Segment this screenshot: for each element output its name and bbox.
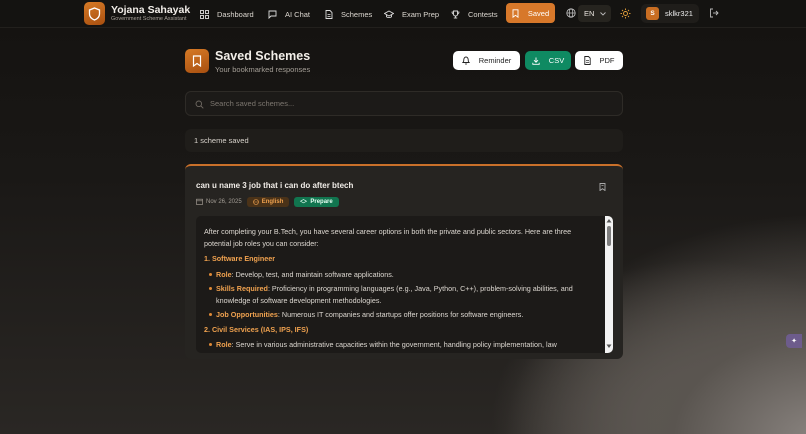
page-title: Saved Schemes <box>215 49 311 63</box>
bookmark-header-icon <box>185 49 209 73</box>
answer-scrollbar[interactable] <box>605 216 613 353</box>
app-title: Yojana Sahayak <box>111 4 191 16</box>
pdf-export-button[interactable]: PDF <box>575 51 623 70</box>
card-meta: Nov 26, 2025 English Prepare <box>196 196 339 207</box>
avatar: S <box>646 7 659 20</box>
trophy-icon <box>451 10 460 18</box>
language-select[interactable]: EN <box>578 5 611 22</box>
csv-label: CSV <box>548 56 565 65</box>
language-value: EN <box>584 9 595 18</box>
nav-label: Contests <box>468 9 498 19</box>
answer-section-heading: 1. Software Engineer <box>204 254 276 263</box>
bullet-text: : Serve in various administrative capaci… <box>216 340 557 353</box>
nav-label: Saved <box>527 8 550 18</box>
answer-intro: After completing your B.Tech, you have s… <box>204 227 572 248</box>
file-text-icon <box>583 56 591 65</box>
nav-label: AI Chat <box>285 9 311 19</box>
nav-label: Schemes <box>341 9 373 19</box>
bookmark-remove-icon[interactable] <box>599 183 606 191</box>
app-subtitle: Government Scheme Assistant <box>111 16 187 22</box>
card-question: can u name 3 job that i can do after bte… <box>196 181 354 190</box>
nav-contests[interactable]: Contests <box>451 7 498 21</box>
username: sklkr321 <box>665 9 693 18</box>
user-menu[interactable]: S sklkr321 <box>641 4 699 23</box>
answer-bullet: Role: Serve in various administrative ca… <box>204 339 599 353</box>
csv-export-button[interactable]: CSV <box>525 51 571 70</box>
reminder-label: Reminder <box>478 56 512 65</box>
saved-scheme-card: can u name 3 job that i can do after bte… <box>185 164 623 359</box>
answer-bullet: Skills Required: Proficiency in programm… <box>204 283 599 306</box>
saved-count: 1 scheme saved <box>185 129 623 152</box>
scrollbar-thumb[interactable] <box>607 226 611 246</box>
globe-icon <box>252 198 259 205</box>
top-navbar: Yojana Sahayak Government Scheme Assista… <box>0 0 806 28</box>
chevron-down-icon <box>600 11 607 16</box>
bullet-text: : Develop, test, and maintain software a… <box>231 269 394 279</box>
search-box[interactable] <box>185 91 623 116</box>
grid-icon <box>200 9 209 19</box>
search-input[interactable] <box>210 99 590 108</box>
globe-icon <box>566 8 576 18</box>
reminder-button[interactable]: Reminder <box>453 51 520 70</box>
bullet-key: Role <box>216 269 232 279</box>
bullet-text: : Proficiency in programming languages (… <box>216 284 573 305</box>
download-icon <box>532 57 540 65</box>
graduation-cap-icon <box>300 198 308 203</box>
nav-schemes[interactable]: Schemes <box>325 7 372 21</box>
scroll-down-icon[interactable] <box>606 344 612 349</box>
nav-label: Exam Prep <box>402 9 440 19</box>
bullet-text: : Numerous IT companies and startups off… <box>277 310 524 319</box>
scroll-up-icon[interactable] <box>606 218 612 223</box>
answer-section-heading: 2. Civil Services (IAS, IPS, IFS) <box>204 324 309 334</box>
card-date: Nov 26, 2025 <box>206 198 242 205</box>
answer-panel[interactable]: After completing your B.Tech, you have s… <box>196 216 613 353</box>
chat-icon <box>268 10 277 19</box>
page-subtitle: Your bookmarked responses <box>215 65 311 74</box>
nav-ai-chat[interactable]: AI Chat <box>268 7 310 21</box>
answer-bullet: Role: Develop, test, and maintain softwa… <box>204 269 599 281</box>
prepare-tag[interactable]: Prepare <box>294 196 339 207</box>
pdf-label: PDF <box>599 56 615 65</box>
nav-label: Dashboard <box>217 9 254 19</box>
bullet-key: Job Opportunities <box>216 310 278 319</box>
bullet-key: Skills Required <box>216 284 268 293</box>
search-icon <box>195 100 204 109</box>
bell-icon <box>461 56 470 65</box>
shield-logo-icon[interactable] <box>84 2 105 25</box>
nav-saved[interactable]: Saved <box>506 3 555 23</box>
nav-dashboard[interactable]: Dashboard <box>200 7 254 21</box>
assistant-float-icon[interactable]: ✦ <box>786 334 802 348</box>
nav-exam-prep[interactable]: Exam Prep <box>384 7 439 21</box>
calendar-icon <box>196 198 203 205</box>
answer-bullet: Job Opportunities: Numerous IT companies… <box>204 309 599 321</box>
logout-icon[interactable] <box>709 8 719 18</box>
sun-icon[interactable] <box>620 8 631 19</box>
bookmark-icon <box>512 8 519 18</box>
bullet-key: Role <box>216 340 232 349</box>
document-icon <box>325 9 333 19</box>
prepare-tag-label: Prepare <box>310 198 333 205</box>
language-tag-label: English <box>261 198 284 205</box>
language-tag: English <box>246 196 290 207</box>
graduation-cap-icon <box>384 9 394 18</box>
